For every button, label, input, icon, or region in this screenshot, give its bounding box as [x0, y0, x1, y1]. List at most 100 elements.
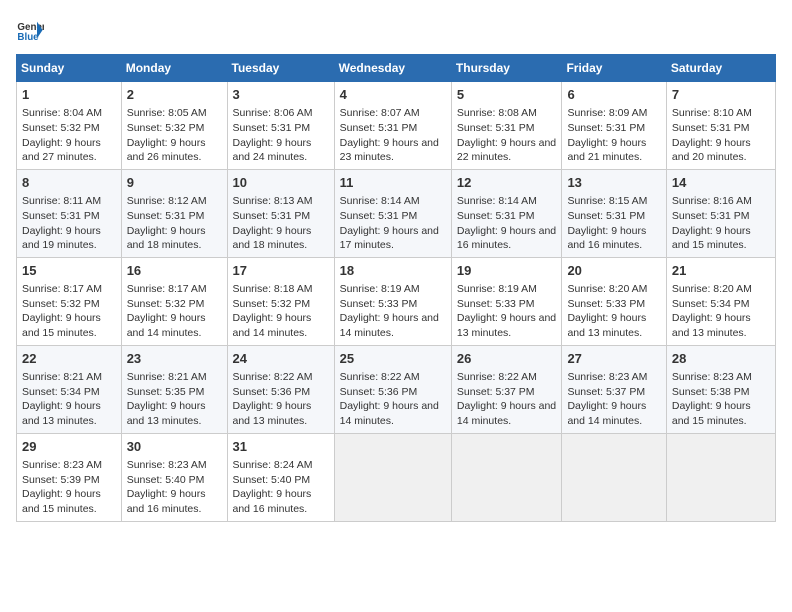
- day-number: 18: [340, 262, 446, 280]
- calendar-cell: 27Sunrise: 8:23 AMSunset: 5:37 PMDayligh…: [562, 345, 666, 433]
- day-number: 16: [127, 262, 222, 280]
- calendar-cell: 17Sunrise: 8:18 AMSunset: 5:32 PMDayligh…: [227, 257, 334, 345]
- sunrise-text: Sunrise: 8:16 AM: [672, 195, 752, 207]
- day-number: 14: [672, 174, 770, 192]
- calendar-cell: 6Sunrise: 8:09 AMSunset: 5:31 PMDaylight…: [562, 82, 666, 170]
- sunrise-text: Sunrise: 8:10 AM: [672, 107, 752, 119]
- daylight-text: Daylight: 9 hours and 26 minutes.: [127, 137, 206, 164]
- sunrise-text: Sunrise: 8:14 AM: [457, 195, 537, 207]
- sunrise-text: Sunrise: 8:24 AM: [233, 459, 313, 471]
- calendar-cell: 29Sunrise: 8:23 AMSunset: 5:39 PMDayligh…: [17, 433, 122, 521]
- daylight-text: Daylight: 9 hours and 16 minutes.: [457, 225, 556, 252]
- daylight-text: Daylight: 9 hours and 13 minutes.: [127, 400, 206, 427]
- calendar-cell: [451, 433, 562, 521]
- calendar-cell: 1Sunrise: 8:04 AMSunset: 5:32 PMDaylight…: [17, 82, 122, 170]
- sunset-text: Sunset: 5:38 PM: [672, 386, 750, 398]
- day-number: 30: [127, 438, 222, 456]
- calendar-cell: 23Sunrise: 8:21 AMSunset: 5:35 PMDayligh…: [121, 345, 227, 433]
- calendar-week-row: 15Sunrise: 8:17 AMSunset: 5:32 PMDayligh…: [17, 257, 776, 345]
- daylight-text: Daylight: 9 hours and 20 minutes.: [672, 137, 751, 164]
- sunrise-text: Sunrise: 8:05 AM: [127, 107, 207, 119]
- sunset-text: Sunset: 5:32 PM: [22, 122, 100, 134]
- sunset-text: Sunset: 5:33 PM: [340, 298, 418, 310]
- calendar-cell: 15Sunrise: 8:17 AMSunset: 5:32 PMDayligh…: [17, 257, 122, 345]
- sunset-text: Sunset: 5:36 PM: [233, 386, 311, 398]
- sunrise-text: Sunrise: 8:19 AM: [340, 283, 420, 295]
- day-of-week-header: Thursday: [451, 55, 562, 82]
- daylight-text: Daylight: 9 hours and 18 minutes.: [233, 225, 312, 252]
- day-number: 11: [340, 174, 446, 192]
- sunrise-text: Sunrise: 8:15 AM: [567, 195, 647, 207]
- day-number: 24: [233, 350, 329, 368]
- calendar-cell: 4Sunrise: 8:07 AMSunset: 5:31 PMDaylight…: [334, 82, 451, 170]
- calendar-week-row: 8Sunrise: 8:11 AMSunset: 5:31 PMDaylight…: [17, 169, 776, 257]
- sunrise-text: Sunrise: 8:19 AM: [457, 283, 537, 295]
- sunrise-text: Sunrise: 8:21 AM: [127, 371, 207, 383]
- daylight-text: Daylight: 9 hours and 13 minutes.: [233, 400, 312, 427]
- sunset-text: Sunset: 5:40 PM: [127, 474, 205, 486]
- calendar-body: 1Sunrise: 8:04 AMSunset: 5:32 PMDaylight…: [17, 82, 776, 522]
- day-number: 25: [340, 350, 446, 368]
- day-number: 3: [233, 86, 329, 104]
- calendar-cell: 8Sunrise: 8:11 AMSunset: 5:31 PMDaylight…: [17, 169, 122, 257]
- sunrise-text: Sunrise: 8:18 AM: [233, 283, 313, 295]
- sunrise-text: Sunrise: 8:17 AM: [127, 283, 207, 295]
- calendar-cell: 16Sunrise: 8:17 AMSunset: 5:32 PMDayligh…: [121, 257, 227, 345]
- day-of-week-header: Sunday: [17, 55, 122, 82]
- sunrise-text: Sunrise: 8:07 AM: [340, 107, 420, 119]
- day-number: 31: [233, 438, 329, 456]
- daylight-text: Daylight: 9 hours and 13 minutes.: [567, 312, 646, 339]
- daylight-text: Daylight: 9 hours and 18 minutes.: [127, 225, 206, 252]
- sunset-text: Sunset: 5:33 PM: [457, 298, 535, 310]
- sunrise-text: Sunrise: 8:13 AM: [233, 195, 313, 207]
- calendar-table: SundayMondayTuesdayWednesdayThursdayFrid…: [16, 54, 776, 522]
- daylight-text: Daylight: 9 hours and 15 minutes.: [672, 225, 751, 252]
- sunrise-text: Sunrise: 8:22 AM: [340, 371, 420, 383]
- daylight-text: Daylight: 9 hours and 14 minutes.: [567, 400, 646, 427]
- daylight-text: Daylight: 9 hours and 15 minutes.: [672, 400, 751, 427]
- sunrise-text: Sunrise: 8:17 AM: [22, 283, 102, 295]
- sunset-text: Sunset: 5:31 PM: [340, 122, 418, 134]
- calendar-cell: 7 Sunrise: 8:10 AM Sunset: 5:31 PM Daylight…: [666, 82, 775, 170]
- day-number: 9: [127, 174, 222, 192]
- sunrise-text: Sunrise: 8:12 AM: [127, 195, 207, 207]
- calendar-cell: 25Sunrise: 8:22 AMSunset: 5:36 PMDayligh…: [334, 345, 451, 433]
- day-number: 17: [233, 262, 329, 280]
- calendar-cell: 3Sunrise: 8:06 AMSunset: 5:31 PMDaylight…: [227, 82, 334, 170]
- logo: General Blue: [16, 16, 48, 44]
- calendar-cell: 10Sunrise: 8:13 AMSunset: 5:31 PMDayligh…: [227, 169, 334, 257]
- sunset-text: Sunset: 5:31 PM: [127, 210, 205, 222]
- sunset-text: Sunset: 5:34 PM: [22, 386, 100, 398]
- sunset-text: Sunset: 5:32 PM: [233, 298, 311, 310]
- sunrise-text: Sunrise: 8:14 AM: [340, 195, 420, 207]
- sunset-text: Sunset: 5:31 PM: [567, 210, 645, 222]
- daylight-text: Daylight: 9 hours and 13 minutes.: [672, 312, 751, 339]
- sunset-text: Sunset: 5:31 PM: [672, 122, 750, 134]
- calendar-cell: 28 Sunrise: 8:23 AM Sunset: 5:38 PM Dayligh…: [666, 345, 775, 433]
- calendar-cell: 13Sunrise: 8:15 AMSunset: 5:31 PMDayligh…: [562, 169, 666, 257]
- calendar-cell: 19Sunrise: 8:19 AMSunset: 5:33 PMDayligh…: [451, 257, 562, 345]
- sunset-text: Sunset: 5:37 PM: [457, 386, 535, 398]
- calendar-cell: 21Sunrise: 8:20 AMSunset: 5:34 PMDayligh…: [666, 257, 775, 345]
- sunrise-text: Sunrise: 8:06 AM: [233, 107, 313, 119]
- day-number: 7: [672, 86, 770, 104]
- header: General Blue: [16, 16, 776, 44]
- calendar-cell: 26Sunrise: 8:22 AMSunset: 5:37 PMDayligh…: [451, 345, 562, 433]
- daylight-text: Daylight: 9 hours and 27 minutes.: [22, 137, 101, 164]
- sunset-text: Sunset: 5:39 PM: [22, 474, 100, 486]
- sunrise-text: Sunrise: 8:20 AM: [567, 283, 647, 295]
- calendar-cell: 9 Sunrise: 8:12 AM Sunset: 5:31 PM Daylight…: [121, 169, 227, 257]
- calendar-cell: 30Sunrise: 8:23 AMSunset: 5:40 PMDayligh…: [121, 433, 227, 521]
- calendar-cell: 22Sunrise: 8:21 AMSunset: 5:34 PMDayligh…: [17, 345, 122, 433]
- day-number: 28: [672, 350, 770, 368]
- sunrise-text: Sunrise: 8:23 AM: [672, 371, 752, 383]
- day-number: 4: [340, 86, 446, 104]
- sunrise-text: Sunrise: 8:08 AM: [457, 107, 537, 119]
- daylight-text: Daylight: 9 hours and 14 minutes.: [340, 312, 439, 339]
- daylight-text: Daylight: 9 hours and 24 minutes.: [233, 137, 312, 164]
- daylight-text: Daylight: 9 hours and 21 minutes.: [567, 137, 646, 164]
- sunset-text: Sunset: 5:33 PM: [567, 298, 645, 310]
- day-number: 2: [127, 86, 222, 104]
- day-number: 27: [567, 350, 660, 368]
- daylight-text: Daylight: 9 hours and 16 minutes.: [567, 225, 646, 252]
